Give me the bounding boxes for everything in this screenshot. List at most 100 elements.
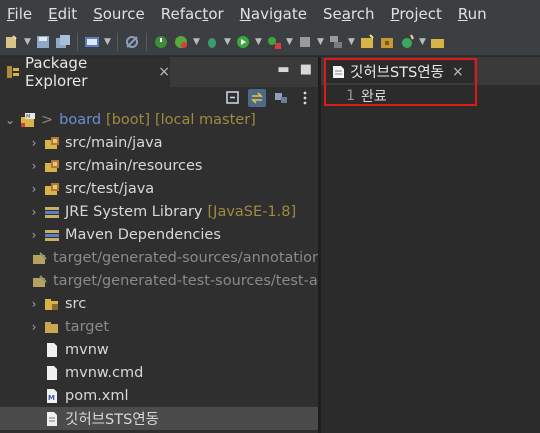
connect-icon[interactable]: [327, 33, 345, 51]
chevron-down-icon[interactable]: ⌄: [4, 113, 16, 127]
new-package-icon[interactable]: [378, 33, 396, 51]
tab-editor-file[interactable]: 깃허브STS연동 ×: [325, 60, 474, 83]
new-class-icon[interactable]: [398, 33, 416, 51]
chevron-right-icon[interactable]: ›: [28, 136, 40, 150]
tree-item[interactable]: mvnw: [0, 338, 318, 361]
save-icon[interactable]: [34, 33, 52, 51]
close-icon[interactable]: ×: [158, 64, 170, 80]
chevron-right-icon[interactable]: ›: [28, 205, 40, 219]
menu-refactor[interactable]: Refactor: [153, 5, 232, 23]
toolbar-separator: [146, 32, 147, 51]
tree-item-label: src/main/resources: [65, 157, 203, 174]
debug-dropdown-icon[interactable]: ▼: [223, 37, 232, 47]
menu-source[interactable]: Source: [85, 5, 153, 23]
text-file-icon: [332, 65, 345, 79]
refresh-icon[interactable]: [172, 33, 190, 51]
file-icon: [44, 342, 60, 358]
stop-icon[interactable]: [296, 33, 314, 51]
project-prefix: >: [41, 111, 54, 128]
run-dropdown-icon[interactable]: ▼: [254, 37, 263, 47]
tree-item[interactable]: mvnw.cmd: [0, 361, 318, 384]
tree-item[interactable]: target/generated-sources/annotations: [0, 246, 318, 269]
tree-item-label: target: [65, 318, 110, 335]
package-folder-icon: [44, 135, 60, 151]
menu-search[interactable]: Search: [315, 5, 383, 23]
tree-item-decoration: [JavaSE-1.8]: [207, 203, 297, 220]
run-external-dropdown-icon[interactable]: ▼: [285, 37, 294, 47]
tree-item[interactable]: 깃허브STS연동: [0, 407, 318, 430]
view-toolbar: [224, 88, 314, 108]
power-icon[interactable]: [152, 33, 170, 51]
tab-label: Package Explorer: [25, 54, 88, 90]
chevron-right-icon[interactable]: ›: [28, 159, 40, 173]
minimize-icon[interactable]: ▬: [277, 62, 289, 77]
chevron-right-icon[interactable]: ›: [28, 297, 40, 311]
tree-item-label: src/test/java: [65, 180, 155, 197]
toolbar-separator: [117, 32, 118, 51]
file-icon: [44, 365, 60, 381]
new-dropdown-icon[interactable]: ▼: [23, 37, 32, 47]
menu-project[interactable]: Project: [383, 5, 450, 23]
terminal-dropdown-icon[interactable]: ▼: [103, 37, 112, 47]
new-icon[interactable]: [3, 33, 21, 51]
xml-file-icon: M: [44, 388, 60, 404]
tree-item[interactable]: › target: [0, 315, 318, 338]
debug-icon[interactable]: [203, 33, 221, 51]
filter-icon[interactable]: [272, 89, 290, 107]
tree-item-label: mvnw: [65, 341, 109, 358]
library-icon: [44, 204, 60, 220]
code-line[interactable]: 1 완료: [321, 86, 387, 106]
tree-item[interactable]: › JRE System Library [JavaSE-1.8]: [0, 200, 318, 223]
new-project-icon[interactable]: [358, 33, 376, 51]
view-menu-icon[interactable]: [296, 89, 314, 107]
tree-item[interactable]: Mpom.xml: [0, 384, 318, 407]
menu-edit[interactable]: Edit: [40, 5, 85, 23]
link-with-editor-icon[interactable]: [248, 89, 266, 107]
collapse-all-icon[interactable]: [224, 89, 242, 107]
project-tree: ⌄ M > board [boot] [local master] › src/m…: [0, 108, 318, 430]
close-icon[interactable]: ×: [452, 64, 464, 80]
svg-text:M: M: [26, 114, 30, 120]
project-boot-decoration: [boot]: [106, 111, 150, 128]
line-text[interactable]: 완료: [361, 86, 387, 106]
run-icon[interactable]: [234, 33, 252, 51]
editor-tab-label: 깃허브STS연동: [350, 65, 444, 81]
project-row[interactable]: ⌄ M > board [boot] [local master]: [0, 108, 318, 131]
editor-area: 깃허브STS연동 × 1 완료: [321, 57, 540, 433]
menu-navigate[interactable]: Navigate: [232, 5, 315, 23]
save-all-icon[interactable]: [54, 33, 72, 51]
tab-package-explorer[interactable]: Package Explorer ×: [0, 54, 170, 90]
tree-item-label: JRE System Library: [65, 203, 203, 220]
tree-item[interactable]: › src/test/java: [0, 177, 318, 200]
tree-item-label: mvnw.cmd: [65, 364, 144, 381]
project-repo-decoration: [local master]: [154, 111, 256, 128]
refresh-dropdown-icon[interactable]: ▼: [192, 37, 201, 47]
stop-dropdown-icon[interactable]: ▼: [316, 37, 325, 47]
tree-item[interactable]: › src: [0, 292, 318, 315]
new-class-dropdown-icon[interactable]: ▼: [418, 37, 427, 47]
run-external-icon[interactable]: [265, 33, 283, 51]
menu-file[interactable]: File: [0, 5, 40, 23]
open-folder-icon[interactable]: [429, 33, 447, 51]
chevron-right-icon[interactable]: ›: [28, 182, 40, 196]
menu-run[interactable]: Run: [450, 5, 495, 23]
tree-item[interactable]: target/generated-test-sources/test-annot…: [0, 269, 318, 292]
skip-breakpoints-icon[interactable]: [123, 33, 141, 51]
maximize-icon[interactable]: ■: [300, 62, 312, 77]
tree-item-label: Maven Dependencies: [65, 226, 221, 243]
tree-item[interactable]: › src/main/java: [0, 131, 318, 154]
tree-item[interactable]: › src/main/resources: [0, 154, 318, 177]
project-name: board: [59, 111, 102, 128]
view-tab-bar: Package Explorer × ▬ ■: [0, 54, 318, 90]
spring-boot-project-icon: M: [20, 112, 36, 128]
view-window-controls: ▬ ■: [277, 62, 312, 77]
package-explorer-icon: [6, 65, 20, 79]
tree-item-label: src/main/java: [65, 134, 163, 151]
chevron-right-icon[interactable]: ›: [28, 320, 40, 334]
tree-item[interactable]: › Maven Dependencies: [0, 223, 318, 246]
generated-folder-icon: [32, 273, 48, 289]
chevron-right-icon[interactable]: ›: [28, 228, 40, 242]
src-folder-icon: [44, 296, 60, 312]
connect-dropdown-icon[interactable]: ▼: [347, 37, 356, 47]
terminal-icon[interactable]: [83, 33, 101, 51]
